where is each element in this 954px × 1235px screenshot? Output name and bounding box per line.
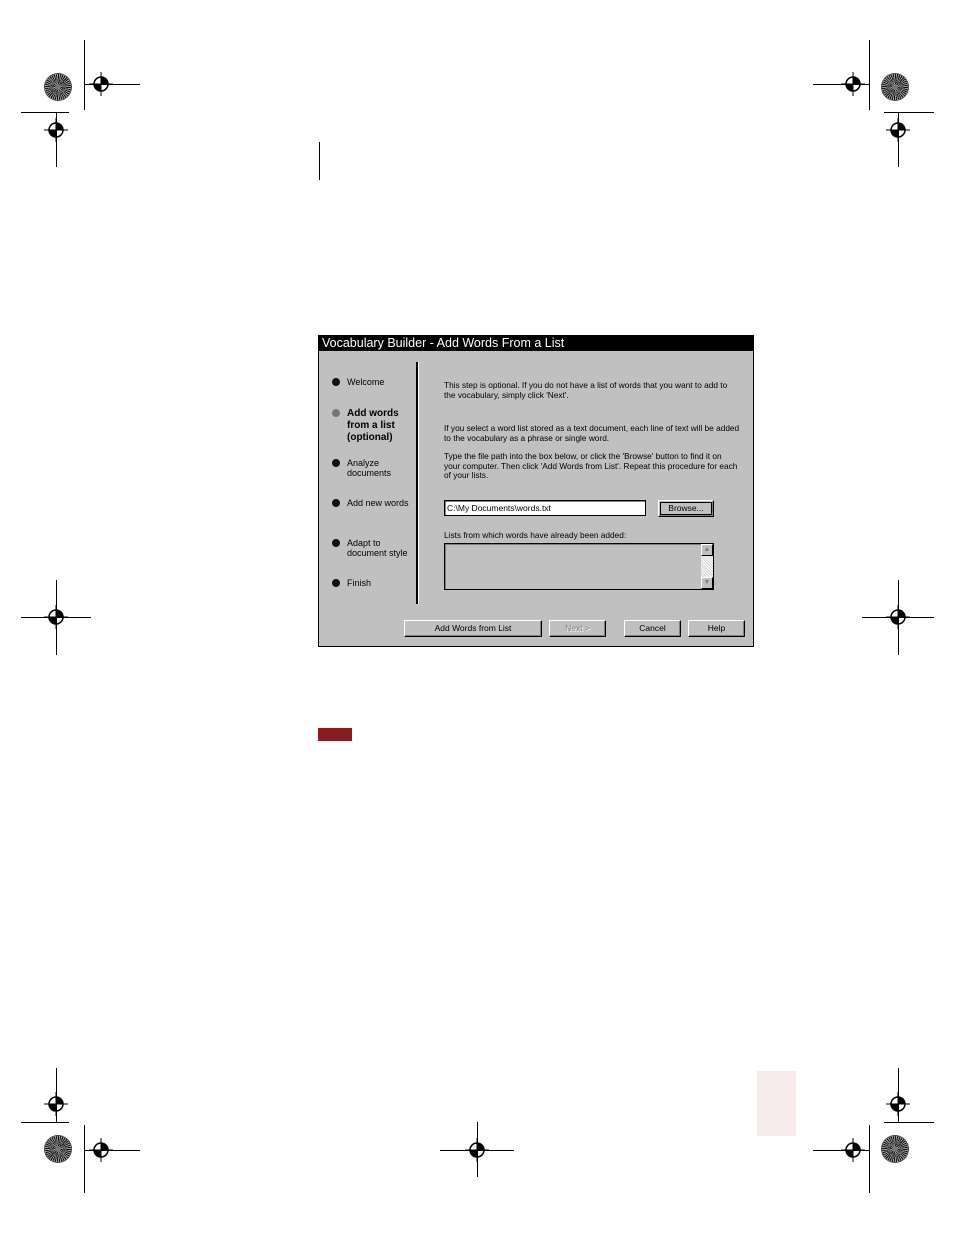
registration-mark-icon — [841, 1138, 865, 1162]
info-text-word-list: If you select a word list stored as a te… — [444, 423, 740, 443]
cancel-button[interactable]: Cancel — [624, 620, 681, 637]
registration-mark-icon — [886, 605, 910, 629]
lists-label: Lists from which words have already been… — [444, 530, 627, 540]
added-lists-listbox[interactable]: ▲ ▼ — [444, 543, 714, 590]
listbox-scrollbar[interactable]: ▲ ▼ — [701, 544, 713, 589]
vocabulary-builder-dialog: Vocabulary Builder - Add Words From a Li… — [318, 335, 754, 647]
wizard-steps: Welcome Add words from a list (optional)… — [319, 352, 415, 607]
step-bullet-icon — [332, 378, 340, 386]
step-bullet-icon — [332, 499, 340, 507]
color-target-icon — [45, 1136, 71, 1162]
registration-mark-icon — [89, 1138, 113, 1162]
page-rule — [319, 142, 320, 180]
crop-line — [869, 1125, 870, 1193]
step-label: Add words from a list (optional) — [347, 408, 399, 443]
registration-mark-icon — [886, 1092, 910, 1116]
step-bullet-icon — [332, 539, 340, 547]
crop-line — [21, 112, 69, 113]
color-target-icon — [882, 1136, 908, 1162]
color-target-icon — [882, 74, 908, 100]
crop-line — [84, 1125, 85, 1193]
step-label: Adapt to document style — [347, 538, 408, 558]
note-flag — [318, 728, 352, 741]
info-text-instructions: Type the file path into the box below, o… — [444, 451, 738, 480]
step-bullet-icon — [332, 459, 340, 467]
file-path-input[interactable]: C:\My Documents\words.txt — [444, 500, 646, 516]
crop-line — [884, 1122, 934, 1123]
step-bullet-icon — [332, 579, 340, 587]
crop-line — [84, 40, 85, 110]
registration-mark-icon — [465, 1138, 489, 1162]
crop-line — [869, 40, 870, 110]
crop-line — [21, 1122, 69, 1123]
dialog-title: Vocabulary Builder - Add Words From a Li… — [319, 336, 753, 351]
info-text-optional: This step is optional. If you do not hav… — [444, 380, 728, 400]
step-bullet-active-icon — [332, 409, 340, 417]
step-label: Add new words — [347, 498, 409, 508]
crop-line — [884, 112, 934, 113]
next-button[interactable]: Next > — [549, 620, 606, 637]
registration-mark-icon — [89, 72, 113, 96]
scroll-up-icon[interactable]: ▲ — [701, 544, 713, 556]
scroll-down-icon[interactable]: ▼ — [701, 577, 713, 589]
registration-mark-icon — [886, 118, 910, 142]
registration-mark-icon — [44, 1092, 68, 1116]
registration-mark-icon — [44, 605, 68, 629]
step-label: Analyze documents — [347, 458, 392, 478]
registration-mark-icon — [44, 118, 68, 142]
help-button[interactable]: Help — [688, 620, 745, 637]
add-words-from-list-button[interactable]: Add Words from List — [404, 620, 542, 637]
registration-mark-icon — [841, 72, 865, 96]
page-thumb-tab — [757, 1071, 796, 1136]
step-label: Finish — [347, 578, 372, 588]
color-target-icon — [45, 74, 71, 100]
step-label: Welcome — [347, 377, 385, 387]
browse-button[interactable]: Browse... — [658, 500, 714, 517]
steps-divider — [416, 362, 419, 604]
